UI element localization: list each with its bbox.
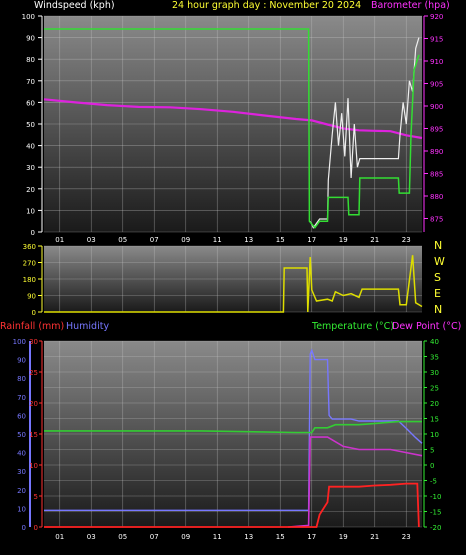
y-tick-label-right: 885 [430, 171, 443, 179]
compass-legend: N W S E N [434, 240, 450, 316]
y-tick-label-left: 10 [26, 207, 35, 215]
compass-s: S [434, 271, 441, 284]
temperature-tick-label: 40 [430, 338, 439, 346]
x-tick-label: 07 [150, 533, 159, 541]
rainfall-tick-label: 0 [34, 524, 38, 532]
rainfall-tick-label: 30 [29, 338, 38, 346]
temperature-tick-label: 5 [430, 447, 434, 455]
rainfall-tick-label: 25 [29, 369, 38, 377]
y-tick-label-left: 90 [26, 35, 35, 43]
temperature-tick-label: 15 [430, 416, 439, 424]
x-tick-label: 19 [339, 533, 348, 541]
y-tick-label-left: 70 [26, 78, 35, 86]
x-tick-label: 15 [276, 533, 285, 541]
rainfall-tick-label: 20 [29, 400, 38, 408]
direction-tick-label: 90 [27, 293, 36, 301]
y-tick-label-right: 920 [430, 13, 443, 21]
wind-direction-chart: 0 90 180 270 360 [23, 243, 423, 317]
humidity-tick-label: 20 [17, 487, 26, 495]
direction-tick-label: 180 [23, 276, 36, 284]
y-tick-label-left: 80 [26, 56, 35, 64]
humidity-tick-label: 80 [17, 375, 26, 383]
compass-n-bottom: N [434, 303, 443, 316]
humidity-axis-label: Humidity [66, 321, 110, 332]
humidity-tick-label: 30 [17, 468, 26, 476]
direction-tick-label: 360 [23, 243, 36, 251]
y-tick-label-left: 100 [22, 13, 35, 21]
temperature-tick-label: -5 [430, 478, 437, 486]
direction-tick-label: 0 [32, 309, 36, 317]
direction-tick-label: 270 [23, 260, 36, 268]
temperature-tick-label: -10 [430, 493, 441, 501]
x-tick-label: 17 [307, 533, 316, 541]
y-tick-label-right: 890 [430, 148, 443, 156]
y-tick-label-right: 895 [430, 126, 443, 134]
humidity-tick-label: 10 [17, 505, 26, 513]
x-tick-label: 03 [87, 533, 96, 541]
humidity-tick-label: 90 [17, 357, 26, 365]
rainfall-tick-label: 5 [34, 493, 38, 501]
rainfall-axis-label: Rainfall (mm) [0, 321, 65, 332]
x-tick-label: 01 [55, 533, 64, 541]
temperature-tick-label: -20 [430, 524, 441, 532]
dewpoint-axis-label: Dew Point (°C) [392, 321, 462, 332]
rainfall-tick-label: 10 [29, 462, 38, 470]
x-tick-label: 13 [244, 533, 253, 541]
y-tick-label-left: 20 [26, 186, 35, 194]
compass-w: W [434, 255, 445, 268]
rain-humidity-temperature-chart: 0102030405060708090100051015202530-20-15… [13, 338, 442, 541]
x-tick-label: 23 [402, 533, 411, 541]
y-tick-label-right: 915 [430, 36, 443, 44]
y-tick-label-right: 900 [430, 103, 443, 111]
humidity-tick-label: 60 [17, 412, 26, 420]
y-tick-label-left: 30 [26, 164, 35, 172]
x-tick-label: 05 [118, 533, 127, 541]
temperature-axis-label: Temperature (°C) [312, 321, 394, 332]
y-tick-label-right: 875 [430, 216, 443, 224]
y-tick-label-left: 50 [26, 121, 35, 129]
y-tick-label-left: 60 [26, 99, 35, 107]
windspeed-barometer-chart: 0 10 20 30 40 50 60 70 80 90 100 875 880 885 890 895 900… [22, 13, 444, 242]
humidity-tick-label: 70 [17, 394, 26, 402]
compass-n-top: N [434, 239, 443, 252]
temperature-tick-label: 35 [430, 354, 439, 362]
temperature-tick-label: 30 [430, 369, 439, 377]
x-tick-label: 21 [370, 533, 379, 541]
x-tick-label: 11 [213, 533, 222, 541]
temperature-tick-label: 20 [430, 400, 439, 408]
temperature-tick-label: 25 [430, 385, 439, 393]
x-tick-label: 09 [181, 533, 190, 541]
compass-e: E [434, 287, 441, 300]
humidity-tick-label: 0 [22, 524, 26, 532]
y-tick-label-right: 880 [430, 193, 443, 201]
y-tick-label-left: 40 [26, 143, 35, 151]
rainfall-tick-label: 15 [29, 431, 38, 439]
humidity-tick-label: 40 [17, 450, 26, 458]
temperature-tick-label: -15 [430, 509, 441, 517]
temperature-tick-label: 0 [430, 462, 434, 470]
temperature-tick-label: 10 [430, 431, 439, 439]
y-tick-label-left: 0 [31, 229, 35, 237]
y-tick-label-right: 905 [430, 81, 443, 89]
humidity-tick-label: 50 [17, 431, 26, 439]
y-tick-label-right: 910 [430, 58, 443, 66]
humidity-tick-label: 100 [13, 338, 26, 346]
